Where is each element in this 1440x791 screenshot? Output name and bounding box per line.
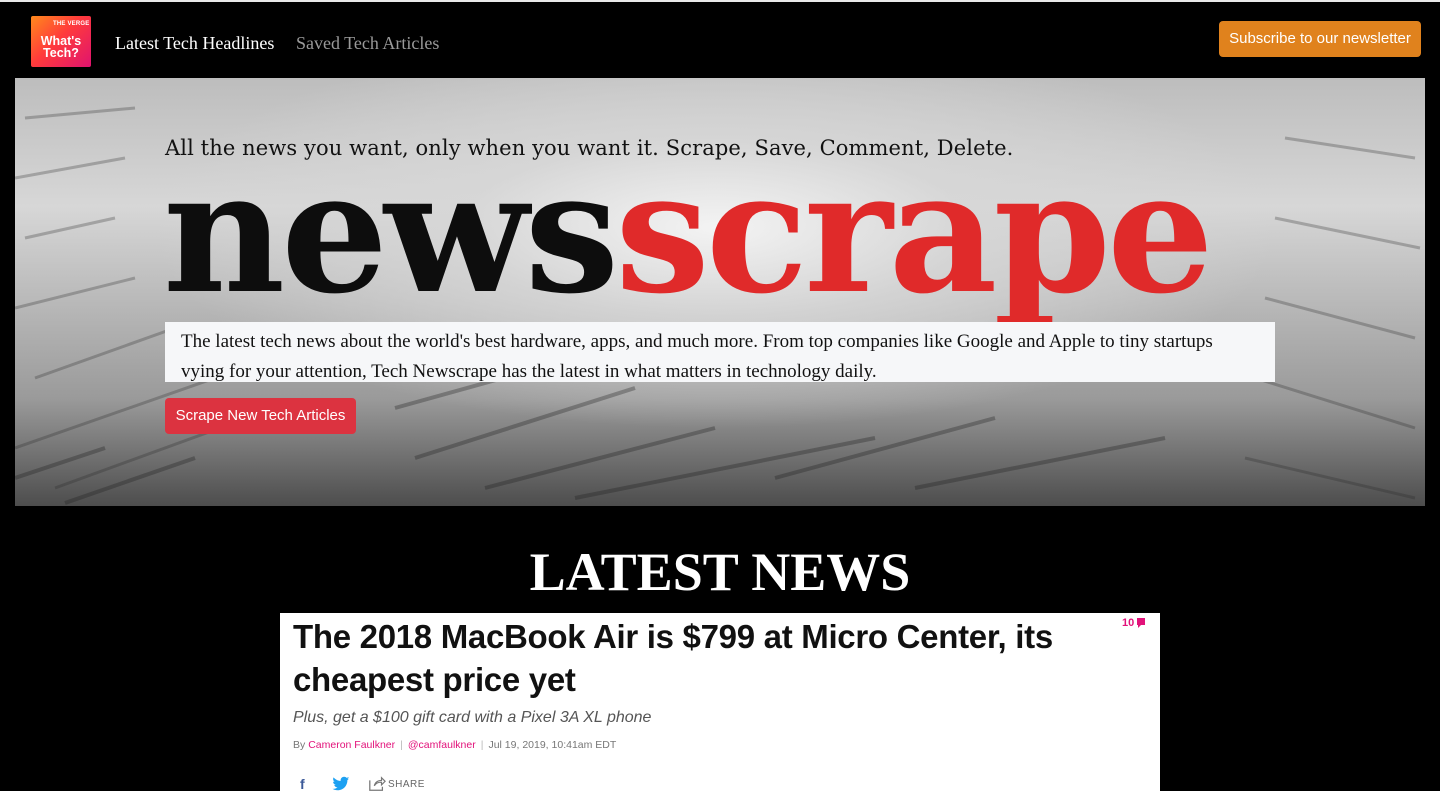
article-byline: By Cameron Faulkner | @camfaulkner | Jul 19,… [293,739,617,751]
facebook-icon[interactable]: f [300,776,305,791]
byline-by: By [293,739,306,751]
nav-latest-headlines[interactable]: Latest Tech Headlines [115,32,274,54]
comment-bubble-icon [1137,618,1146,628]
logo-verge-text: THE VERGE [53,21,90,27]
brand-news: news [163,133,619,331]
comment-count[interactable]: 10 [1122,617,1146,629]
scrape-articles-button[interactable]: Scrape New Tech Articles [165,398,356,434]
navbar: THE VERGE What's Tech? Latest Tech Headl… [0,0,1440,78]
newscrape-brand-title: newsscrape [163,147,1214,317]
logo-title: What's Tech? [31,35,91,60]
nav-saved-articles[interactable]: Saved Tech Articles [296,32,439,54]
author-link[interactable]: Cameron Faulkner [308,739,395,751]
latest-news-heading: LATEST NEWS [529,542,911,602]
hero-description: The latest tech news about the world's b… [181,331,1213,382]
article-card[interactable]: The 2018 MacBook Air is $799 at Micro Ce… [280,613,1160,791]
comment-count-value: 10 [1122,617,1135,629]
article-date: Jul 19, 2019, 10:41am EDT [488,739,617,751]
share-label[interactable]: SHARE [388,779,425,790]
hero-jumbotron: All the news you want, only when you wan… [15,78,1425,506]
article-dek: Plus, get a $100 gift card with a Pixel … [293,709,652,726]
whats-tech-logo[interactable]: THE VERGE What's Tech? [31,16,91,67]
twitter-icon[interactable] [332,776,350,791]
logo-line-2: Tech? [43,46,79,60]
share-icon[interactable] [368,776,386,791]
author-handle-link[interactable]: @camfaulkner [408,739,476,751]
hero-description-box: The latest tech news about the world's b… [165,322,1275,382]
article-headline[interactable]: The 2018 MacBook Air is $799 at Micro Ce… [293,615,1113,701]
subscribe-button[interactable]: Subscribe to our newsletter [1219,21,1421,57]
brand-scrape: scrape [615,133,1214,331]
